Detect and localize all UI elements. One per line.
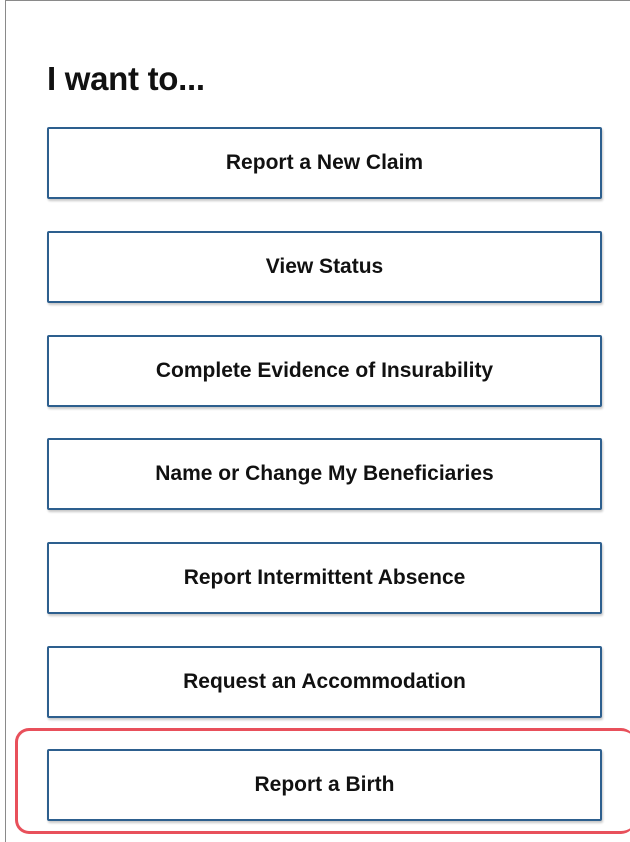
- request-accommodation-button[interactable]: Request an Accommodation: [47, 646, 602, 718]
- page-title: I want to...: [47, 60, 205, 97]
- complete-evidence-of-insurability-button[interactable]: Complete Evidence of Insurability: [47, 335, 602, 407]
- actions-panel: I want to... Report a New Claim View Sta…: [5, 0, 630, 842]
- report-new-claim-button[interactable]: Report a New Claim: [47, 127, 602, 199]
- report-intermittent-absence-button[interactable]: Report Intermittent Absence: [47, 542, 602, 614]
- name-or-change-beneficiaries-button[interactable]: Name or Change My Beneficiaries: [47, 438, 602, 510]
- view-status-button[interactable]: View Status: [47, 231, 602, 303]
- highlight-outline: [15, 728, 630, 834]
